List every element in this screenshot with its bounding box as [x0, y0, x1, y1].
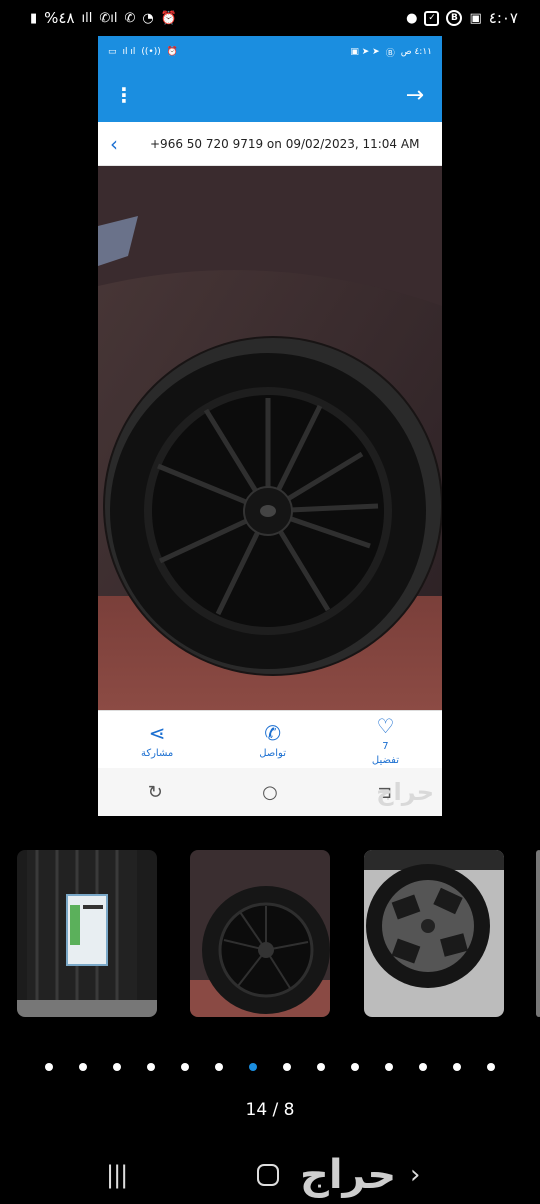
contact-action: ✆ تواصل [259, 721, 286, 759]
pagination-dot[interactable] [113, 1063, 121, 1071]
gallery-icon: ▣ [469, 10, 482, 26]
thumbnail-2-graphic [190, 850, 330, 1017]
pagination-dot[interactable] [249, 1063, 257, 1071]
wheel-photo [98, 166, 442, 710]
thumbnail-wheel-on-car[interactable] [190, 850, 330, 1017]
back-button[interactable]: › [410, 1160, 420, 1190]
contact-label: تواصل [259, 747, 286, 759]
pagination-dots [0, 1063, 540, 1071]
favorite-label: تفضيل [371, 754, 400, 766]
pagination-dot[interactable] [453, 1063, 461, 1071]
pagination-dot[interactable] [351, 1063, 359, 1071]
phone-icon: ✆ [264, 720, 281, 745]
favorite-count: 7 [382, 740, 389, 752]
pagination-dot[interactable] [147, 1063, 155, 1071]
check-box-icon: ✓ [424, 10, 440, 26]
forward-arrow-icon: → [405, 82, 424, 108]
embedded-wifi-icon: ((•)) [141, 47, 161, 57]
pagination-dot[interactable] [385, 1063, 393, 1071]
embedded-signal-icon: ıl ıl [122, 47, 136, 57]
pagination-dot[interactable] [419, 1063, 427, 1071]
recent-apps-button[interactable]: ||| [106, 1161, 128, 1189]
signal-icon: ıll [81, 10, 93, 26]
back-chevron-icon: ‹ [110, 131, 118, 156]
status-time: ٤:٠٧ [488, 9, 518, 27]
haraj-watermark: حراج [300, 1151, 397, 1198]
pagination-dot[interactable] [283, 1063, 291, 1071]
pagination-dot[interactable] [487, 1063, 495, 1071]
favorite-action: ♡ 7 تفضيل [372, 714, 399, 766]
embedded-alarm-icon: ⏰ [166, 47, 178, 57]
embedded-action-bar: ⋖ مشاركة ✆ تواصل ♡ 7 تفضيل [98, 710, 442, 768]
b-circle-icon: B [446, 10, 463, 26]
embedded-status-time: ٤:١١ ص [400, 47, 432, 57]
embedded-refresh-icon: ↻ [147, 781, 163, 803]
embedded-battery-icon: ▭ [108, 47, 117, 57]
embedded-status-bar: ▭ ıl ıl ((•)) ⏰ ▣ ➤ ➤ Ⓑ ٤:١١ ص [98, 36, 442, 68]
embedded-b-icon: Ⓑ [385, 48, 395, 59]
wifi-call-icon: ✆ıl [99, 10, 118, 26]
status-bar: ▮ %٤٨ ıll ✆ıl ✆ ◔ ⏰ ● ✓ B ▣ ٤:٠٧ [0, 0, 540, 36]
pagination-dot[interactable] [45, 1063, 53, 1071]
thumbnail-3-graphic [364, 850, 504, 1017]
embedded-message-header: ‹ +966 50 720 9719 on 09/02/2023, 11:04 … [98, 122, 442, 166]
embedded-watermark: حراج [376, 778, 434, 806]
pagination-dot[interactable] [79, 1063, 87, 1071]
share-icon: ⋖ [148, 720, 166, 745]
more-options-icon: ⋮ [114, 83, 134, 107]
embedded-app-icon: ▣ ➤ ➤ [350, 47, 380, 57]
system-nav-bar: ||| حراج › [0, 1145, 540, 1204]
call-icon: ✆ [124, 10, 136, 26]
share-action: ⋖ مشاركة [141, 721, 173, 759]
pagination-dot[interactable] [181, 1063, 189, 1071]
wifi-icon: ◔ [142, 10, 154, 26]
dot-icon: ● [406, 10, 418, 26]
embedded-app-bar: ⋮ → [98, 68, 442, 122]
embedded-home-icon: ○ [262, 781, 278, 803]
alarm-icon: ⏰ [160, 10, 177, 26]
pagination-dot[interactable] [215, 1063, 223, 1071]
home-button[interactable] [257, 1163, 279, 1186]
thumbnail-wheel-rim[interactable] [364, 850, 504, 1017]
embedded-nav-bar: ↻ ○ ⊐ حراج [98, 768, 442, 816]
thumbnail-next-partial[interactable] [536, 850, 540, 1017]
heart-icon: ♡ [376, 713, 395, 738]
battery-icon: ▮ [30, 10, 38, 26]
thumbnail-tire-label[interactable] [17, 850, 157, 1017]
message-header-text: +966 50 720 9719 on 09/02/2023, 11:04 AM [150, 136, 420, 151]
pagination-dot[interactable] [317, 1063, 325, 1071]
share-label: مشاركة [140, 747, 174, 759]
wheel-photo-graphic [98, 166, 442, 710]
image-counter: 14 / 8 [245, 1100, 295, 1120]
thumbnail-1-graphic [17, 850, 157, 1017]
main-image[interactable]: ▭ ıl ıl ((•)) ⏰ ▣ ➤ ➤ Ⓑ ٤:١١ ص ⋮ → ‹ +96… [98, 36, 442, 816]
battery-level: %٤٨ [44, 9, 75, 27]
